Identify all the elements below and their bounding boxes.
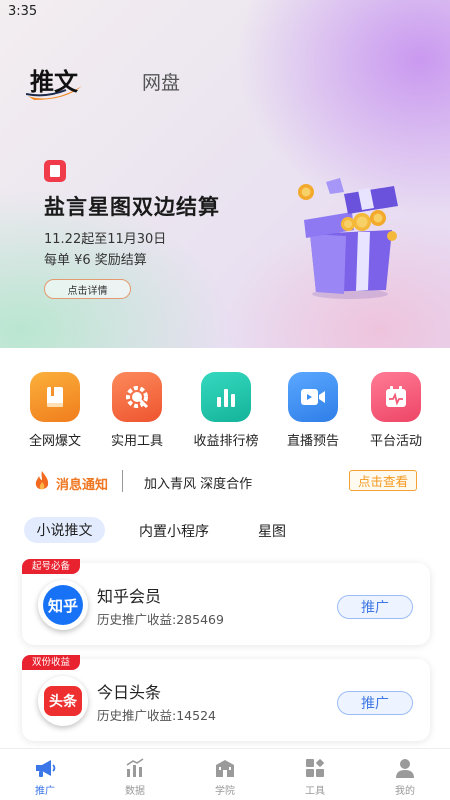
- flame-icon: [35, 471, 49, 490]
- nav-item-data[interactable]: 数据: [90, 757, 180, 797]
- banner-title: 盐言星图双边结算: [44, 195, 220, 219]
- card-title: 今日头条: [97, 683, 162, 702]
- nav-label: 学院: [215, 786, 235, 797]
- calendar-icon: [371, 372, 421, 422]
- tools-grid-icon: [306, 759, 324, 777]
- card-tag: 双份收益: [22, 655, 81, 670]
- nav-label: 数据: [125, 786, 145, 797]
- tab-mini-program[interactable]: 内置小程序: [139, 521, 209, 541]
- quick-label: 实用工具: [110, 434, 163, 449]
- quick-label: 全网爆文: [28, 434, 81, 449]
- book-icon: [30, 372, 80, 422]
- card-earnings: 历史推广收益:14524: [97, 705, 216, 724]
- school-icon: [216, 760, 234, 777]
- bottom-nav: 推广 数据 学院 工具 我的: [0, 748, 450, 800]
- banner-detail-button[interactable]: 点击详情: [44, 279, 131, 299]
- nav-item-tools[interactable]: 工具: [270, 757, 360, 797]
- user-icon: [396, 759, 414, 778]
- tab-novel-promo[interactable]: 小说推文: [24, 517, 105, 543]
- quick-label: 收益排行榜: [193, 434, 259, 449]
- quick-label: 平台活动: [369, 434, 422, 449]
- nav-item-academy[interactable]: 学院: [180, 757, 270, 797]
- quick-label: 直播预告: [286, 434, 339, 449]
- quick-item-live-preview[interactable]: 直播预告: [269, 372, 357, 449]
- stats-icon: [126, 758, 144, 777]
- card-tag: 起号必备: [22, 559, 81, 574]
- quick-actions: 全网爆文 实用工具 收益排行榜 直播预告 平台活动: [0, 372, 450, 452]
- quick-item-viral-articles[interactable]: 全网爆文: [11, 372, 99, 449]
- tab-tuiwen[interactable]: 推文: [26, 62, 82, 100]
- video-camera-icon: [288, 372, 338, 422]
- logo-text: 知乎: [43, 585, 83, 625]
- megaphone-icon: [36, 760, 56, 777]
- quick-item-tools[interactable]: 实用工具: [93, 372, 181, 449]
- nav-label: 推广: [35, 786, 55, 797]
- gift-box-icon: [298, 178, 398, 299]
- notice-title: 消息通知: [56, 478, 109, 493]
- banner-reward: 每单 ¥6 奖励结算: [44, 253, 147, 268]
- earnings-value: 14524: [176, 708, 216, 723]
- earnings-label: 历史推广收益:: [97, 612, 177, 627]
- toutiao-logo-icon: 头条: [38, 676, 88, 726]
- yanyan-logo-icon: [44, 160, 66, 182]
- card-title: 知乎会员: [97, 587, 162, 606]
- promote-button[interactable]: 推广: [337, 691, 413, 715]
- nav-item-promote[interactable]: 推广: [0, 757, 90, 797]
- promo-card-zhihu[interactable]: 起号必备 知乎 知乎会员 历史推广收益:285469 推广: [22, 559, 430, 645]
- content-tabs: 小说推文 内置小程序 星图: [0, 517, 450, 545]
- promo-card-toutiao[interactable]: 双份收益 头条 今日头条 历史推广收益:14524 推广: [22, 655, 430, 741]
- tab-wangpan[interactable]: 网盘: [142, 68, 180, 97]
- status-bar-time: 3:35: [8, 4, 38, 19]
- logo-text: 头条: [44, 686, 82, 716]
- notice-view-button[interactable]: 点击查看: [349, 470, 417, 491]
- gear-tool-icon: [112, 372, 162, 422]
- top-tabs: 推文 网盘: [26, 62, 180, 100]
- quick-item-ranking[interactable]: 收益排行榜: [182, 372, 270, 449]
- bar-chart-icon: [201, 372, 251, 422]
- nav-item-mine[interactable]: 我的: [360, 757, 450, 797]
- zhihu-logo-icon: 知乎: [38, 580, 88, 630]
- banner-date: 11.22起至11月30日: [44, 232, 167, 247]
- tab-tuiwen-label: 推文: [30, 68, 78, 96]
- notice-text: 加入青风 深度合作: [144, 477, 253, 492]
- nav-label: 工具: [305, 786, 325, 797]
- hero-banner: 3:35 推文 网盘 盐言星图双边结算 11.22起至11月30日 每单 ¥6 …: [0, 0, 450, 348]
- notice-divider: [122, 470, 123, 492]
- card-earnings: 历史推广收益:285469: [97, 609, 224, 628]
- promote-button[interactable]: 推广: [337, 595, 413, 619]
- earnings-value: 285469: [176, 612, 224, 627]
- quick-item-platform-events[interactable]: 平台活动: [352, 372, 440, 449]
- tab-xingtu[interactable]: 星图: [258, 521, 286, 541]
- earnings-label: 历史推广收益:: [97, 708, 177, 723]
- nav-label: 我的: [395, 786, 415, 797]
- notice-bar: 消息通知 加入青风 深度合作 点击查看: [0, 468, 450, 496]
